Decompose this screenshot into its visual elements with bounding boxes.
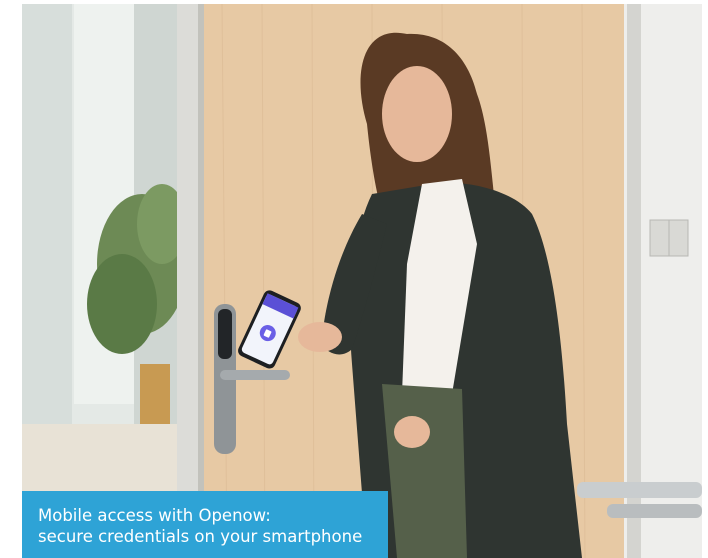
hero-image-panel: Mobile access with Openow: secure creden… — [0, 0, 708, 558]
caption-line-1: Mobile access with Openow: — [38, 506, 271, 525]
caption-banner: Mobile access with Openow: secure creden… — [22, 491, 388, 558]
photo-woman-unlocking-door — [22, 4, 702, 558]
caption-line-2: secure credentials on your smartphone — [38, 527, 363, 546]
